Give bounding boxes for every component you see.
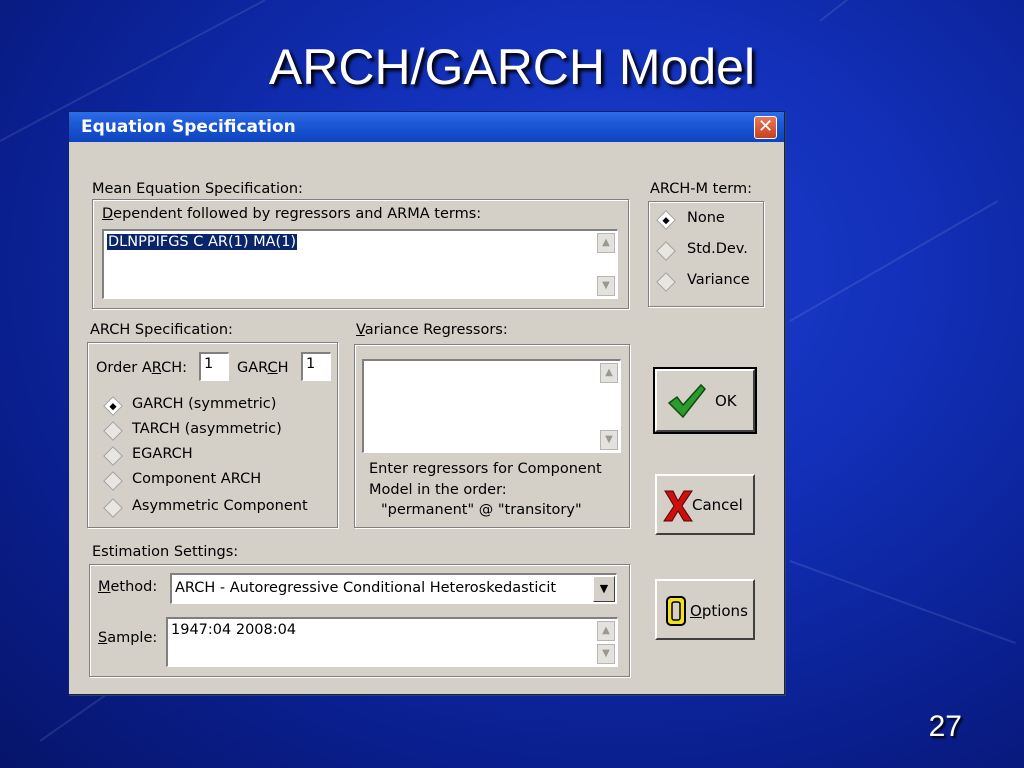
mean-equation-group-label: Mean Equation Specification: xyxy=(92,181,303,197)
dropdown-arrow-icon[interactable]: ▼ xyxy=(593,576,615,602)
dialog-title: Equation Specification xyxy=(81,117,296,137)
order-arch-prefix: Order A xyxy=(96,360,152,376)
variance-regressors-u: V xyxy=(356,322,365,338)
scroll-up-icon[interactable]: ▲ xyxy=(597,621,615,641)
check-icon xyxy=(667,383,707,419)
tarch-label[interactable]: TARCH (asymmetric) xyxy=(132,421,282,437)
variance-help-line-3: "permanent" @ "transitory" xyxy=(381,502,582,518)
method-select[interactable]: ARCH - Autoregressive Conditional Hetero… xyxy=(170,573,617,604)
variance-regressors-rest: ariance Regressors: xyxy=(364,322,508,338)
bg-streak xyxy=(789,560,1016,645)
options-label-rest: ptions xyxy=(701,602,748,620)
options-label-u: O xyxy=(690,602,702,620)
bg-streak xyxy=(819,0,979,22)
method-label-u: M xyxy=(98,579,111,595)
asymmetric-component-label[interactable]: Asymmetric Component xyxy=(132,498,308,514)
garch-order-suffix: H xyxy=(277,360,289,376)
scroll-down-icon[interactable]: ▼ xyxy=(597,276,615,296)
page-number: 27 xyxy=(928,710,962,743)
scroll-down-icon[interactable]: ▼ xyxy=(600,430,618,450)
variance-help-line-2: Model in the order: xyxy=(369,482,507,498)
method-value: ARCH - Autoregressive Conditional Hetero… xyxy=(175,580,557,596)
method-label-rest: ethod: xyxy=(110,579,158,595)
sample-label: Sample: xyxy=(98,630,157,646)
sample-input[interactable]: 1947:04 2008:04 ▲ ▼ xyxy=(166,617,618,667)
garch-order-prefix: GAR xyxy=(237,360,268,376)
garch-order-input[interactable]: 1 xyxy=(301,352,331,381)
mean-equation-input[interactable]: DLNPPIFGS C AR(1) MA(1) ▲ ▼ xyxy=(102,229,618,299)
archm-variance-label[interactable]: Variance xyxy=(687,272,750,288)
dependent-field-label-u: D xyxy=(102,206,114,222)
bg-streak xyxy=(789,200,999,322)
scroll-up-icon[interactable]: ▲ xyxy=(597,233,615,253)
options-label: Options xyxy=(690,602,748,620)
dialog-titlebar: Equation Specification ✕ xyxy=(69,112,784,142)
variance-regressors-label: Variance Regressors: xyxy=(356,322,508,338)
dependent-field-label: Dependent followed by regressors and ARM… xyxy=(102,206,481,222)
slide-title: ARCH/GARCH Model xyxy=(268,39,756,95)
x-icon xyxy=(663,490,693,522)
variance-help-line-1: Enter regressors for Component xyxy=(369,461,602,477)
sample-label-u: S xyxy=(98,630,108,646)
order-arch-value: 1 xyxy=(204,356,214,372)
ok-button[interactable]: OK xyxy=(653,367,757,434)
estimation-settings-label: Estimation Settings: xyxy=(92,544,239,560)
archm-label: ARCH-M term: xyxy=(650,181,752,197)
component-arch-label[interactable]: Component ARCH xyxy=(132,471,261,487)
cancel-button[interactable]: Cancel xyxy=(655,474,755,535)
order-arch-u: R xyxy=(151,360,162,376)
order-arch-label: Order ARCH: xyxy=(96,360,187,376)
dependent-field-label-rest: ependent followed by regressors and ARMA… xyxy=(113,206,482,222)
cancel-label: Cancel xyxy=(692,496,743,514)
scroll-down-icon[interactable]: ▼ xyxy=(597,644,615,664)
options-button[interactable]: Options xyxy=(655,579,755,640)
egarch-label[interactable]: EGARCH xyxy=(132,446,193,462)
garch-order-label: GARCH xyxy=(237,360,289,376)
sample-label-rest: ample: xyxy=(107,630,158,646)
close-button[interactable]: ✕ xyxy=(754,116,777,139)
ok-label: OK xyxy=(715,392,737,410)
order-arch-input[interactable]: 1 xyxy=(199,352,229,381)
garch-symmetric-label[interactable]: GARCH (symmetric) xyxy=(132,396,276,412)
order-arch-suffix: CH: xyxy=(161,360,188,376)
equation-specification-dialog: Equation Specification ✕ Mean Equation S… xyxy=(68,111,785,695)
method-label: Method: xyxy=(98,579,157,595)
close-icon: ✕ xyxy=(757,116,774,137)
archm-none-label[interactable]: None xyxy=(687,210,725,226)
garch-order-value: 1 xyxy=(306,356,316,372)
mean-equation-value: DLNPPIFGS C AR(1) MA(1) xyxy=(107,234,298,250)
archm-stddev-label[interactable]: Std.Dev. xyxy=(687,241,748,257)
garch-order-u: C xyxy=(267,360,278,376)
scroll-up-icon[interactable]: ▲ xyxy=(600,363,618,383)
sample-value: 1947:04 2008:04 xyxy=(171,622,297,638)
arch-spec-label: ARCH Specification: xyxy=(90,322,233,338)
options-bracket-icon xyxy=(666,596,686,626)
variance-regressors-input[interactable]: ▲ ▼ xyxy=(362,359,621,453)
